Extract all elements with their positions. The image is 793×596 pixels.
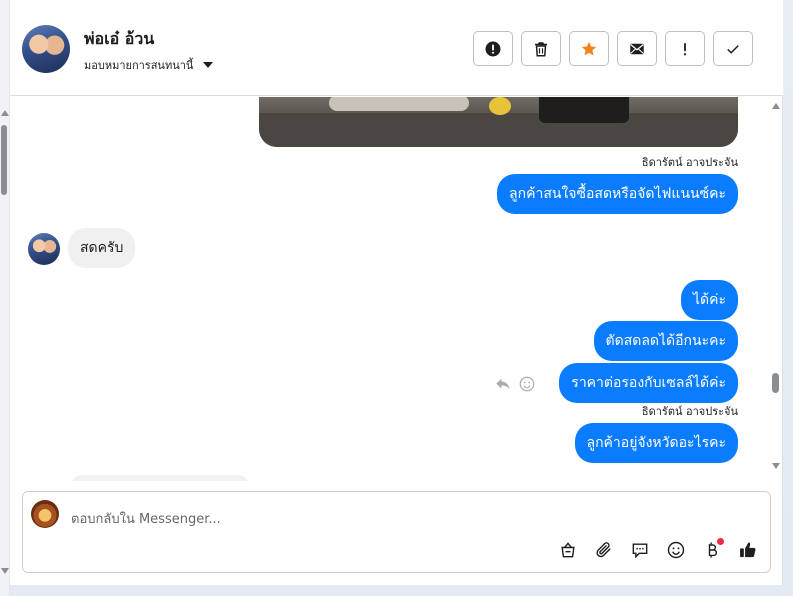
exclamation-icon: [683, 42, 687, 55]
sender-label: ธิดารัตน์ อาจประจัน: [641, 405, 738, 418]
reply-icon[interactable]: [494, 375, 512, 393]
smiley-icon: [667, 541, 685, 559]
conversation-header: พ่อเอ๋ อ้วน มอบหมายการสนทนานี้: [10, 0, 783, 96]
scroll-thumb[interactable]: [772, 373, 779, 393]
trash-icon: [535, 41, 547, 56]
spam-button[interactable]: [473, 31, 513, 66]
follow-up-button[interactable]: [665, 31, 705, 66]
outgoing-message[interactable]: ลูกค้าสนใจซื้อสดหรือจัดไฟแนนซ์คะ: [497, 174, 738, 214]
paperclip-icon: [596, 542, 611, 558]
reply-composer[interactable]: ตอบกลับใน Messenger...: [22, 491, 771, 573]
reply-input[interactable]: ตอบกลับใน Messenger...: [71, 508, 221, 529]
outgoing-message[interactable]: ตัดสดลดได้อีกนะคะ: [593, 321, 738, 361]
delete-button[interactable]: [521, 31, 561, 66]
outer-scroll-down-arrow[interactable]: [1, 568, 9, 574]
conversation-actions: [473, 31, 753, 66]
page-avatar: [31, 500, 59, 528]
message-list-scrollbar[interactable]: [770, 97, 783, 481]
emoji-button[interactable]: [664, 538, 688, 562]
composer-toolbar: [556, 538, 760, 562]
shop-button[interactable]: [556, 538, 580, 562]
contact-avatar[interactable]: [22, 25, 70, 73]
caret-down-icon: [203, 62, 214, 68]
star-icon: [581, 41, 597, 55]
chat-bubble-icon: [632, 543, 648, 559]
assign-conversation-dropdown[interactable]: มอบหมายการสนทนานี้: [84, 56, 214, 74]
react-emoji-icon[interactable]: [518, 375, 536, 393]
notification-dot: [717, 538, 724, 545]
outgoing-message[interactable]: ราคาต่อรองกับเซลล์ได้ค่ะ: [559, 363, 738, 403]
saved-replies-button[interactable]: [628, 538, 652, 562]
message-hover-tools: [494, 375, 536, 393]
alert-circle-icon: [485, 41, 501, 56]
check-icon: [727, 44, 739, 54]
partial-message: [70, 475, 250, 481]
payment-button[interactable]: [700, 538, 724, 562]
outgoing-message[interactable]: ลูกค้าอยู่จังหวัดอะไรคะ: [574, 423, 738, 463]
conversation-panel: พ่อเอ๋ อ้วน มอบหมายการสนทนานี้ ธิดารัตน์…: [10, 0, 783, 585]
thumbs-up-icon: [740, 542, 756, 558]
assign-label: มอบหมายการสนทนานี้: [84, 59, 194, 72]
message-list[interactable]: ธิดารัตน์ อาจประจัน ลูกค้าสนใจซื้อสดหรือ…: [10, 97, 783, 481]
shared-photo[interactable]: [259, 97, 738, 147]
contact-name[interactable]: พ่อเอ๋ อ้วน: [84, 27, 154, 52]
scroll-up-arrow[interactable]: [772, 103, 780, 109]
outgoing-message[interactable]: ได้ค่ะ: [680, 280, 738, 320]
incoming-message[interactable]: สดครับ: [68, 228, 136, 268]
star-button[interactable]: [569, 31, 609, 66]
attach-button[interactable]: [592, 538, 616, 562]
done-button[interactable]: [713, 31, 753, 66]
outer-scroll-up-arrow[interactable]: [1, 110, 9, 116]
like-button[interactable]: [736, 538, 760, 562]
envelope-icon: [630, 43, 644, 54]
sender-label: ธิดารัตน์ อาจประจัน: [641, 156, 738, 169]
scroll-down-arrow[interactable]: [772, 463, 780, 469]
mark-unread-button[interactable]: [617, 31, 657, 66]
outer-scroll-thumb[interactable]: [1, 125, 7, 195]
contact-message-avatar: [28, 233, 60, 265]
shopping-bag-icon: [561, 542, 575, 558]
outer-scrollbar[interactable]: [0, 0, 10, 596]
